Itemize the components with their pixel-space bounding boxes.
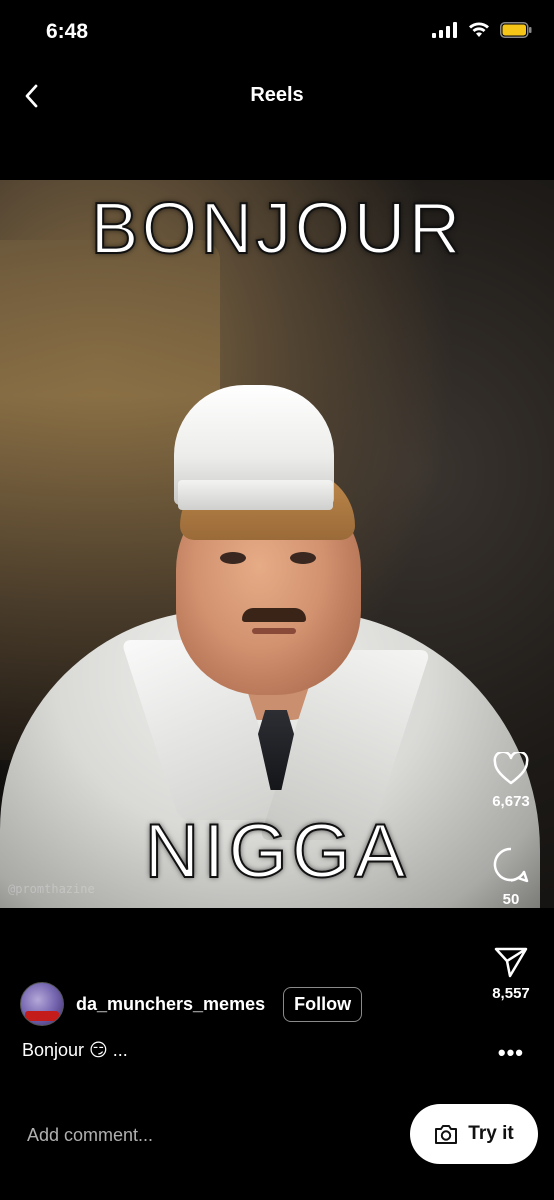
- comment-bubble-icon: [493, 847, 529, 883]
- status-time: 6:48: [46, 20, 89, 43]
- status-bar: 6:48: [0, 0, 554, 66]
- more-options-button[interactable]: •••: [498, 1040, 524, 1066]
- username[interactable]: da_munchers_memes: [76, 994, 265, 1015]
- add-comment-input[interactable]: Add comment...: [27, 1125, 387, 1147]
- wifi-icon: [469, 22, 489, 37]
- meme-caption-bottom: NIGGA: [144, 808, 410, 895]
- author-row: da_munchers_memes Follow: [20, 982, 363, 1026]
- camera-icon: [435, 1125, 458, 1144]
- post-caption[interactable]: Bonjour 😏 ...: [22, 1040, 128, 1061]
- reel-video[interactable]: @promthazine: [0, 180, 554, 908]
- page-title: Reels: [250, 84, 304, 106]
- like-button[interactable]: 6,673: [482, 750, 540, 810]
- try-it-button[interactable]: Try it: [410, 1104, 538, 1164]
- battery-icon: [500, 22, 532, 38]
- header: Reels: [0, 70, 554, 124]
- like-count: 6,673: [492, 793, 530, 810]
- cellular-signal-icon: [432, 22, 457, 38]
- status-icons: [432, 22, 532, 38]
- meme-caption-top: BONJOUR: [89, 188, 464, 270]
- follow-button[interactable]: Follow: [283, 986, 363, 1022]
- avatar[interactable]: [20, 982, 64, 1026]
- heart-icon: [493, 750, 529, 785]
- comment-button[interactable]: 50: [482, 846, 540, 908]
- try-it-label: Try it: [468, 1123, 514, 1144]
- share-count: 8,557: [492, 985, 530, 1002]
- share-button[interactable]: 8,557: [482, 946, 540, 1002]
- comment-count: 50: [502, 891, 520, 908]
- paper-plane-icon: [494, 947, 528, 978]
